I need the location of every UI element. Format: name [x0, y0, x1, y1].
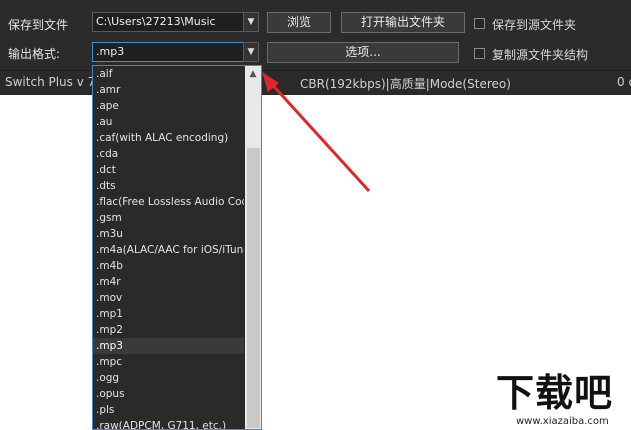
settings-panel: 保存到文件 C:\Users\27213\Music ▼ 浏览 打开输出文件夹 … [0, 0, 631, 70]
chevron-down-icon: ▼ [247, 47, 255, 57]
format-option[interactable]: .gsm [93, 210, 244, 226]
output-format-select[interactable]: .mp3 [92, 42, 244, 62]
arrow-line [266, 78, 371, 193]
format-option[interactable]: .caf(with ALAC encoding) [93, 130, 244, 146]
output-format-dropdown-button[interactable]: ▼ [243, 42, 259, 62]
format-option[interactable]: .opus [93, 386, 244, 402]
format-option[interactable]: .pls [93, 402, 244, 418]
file-count: 0 c [617, 75, 631, 89]
watermark-brand: 下载吧 [496, 371, 614, 415]
watermark-logo: 下载吧 www.xiazaiba.com [496, 372, 628, 428]
chevron-up-icon[interactable]: ▲ [245, 66, 261, 82]
format-option[interactable]: .amr [93, 82, 244, 98]
format-option[interactable]: .m4r [93, 274, 244, 290]
save-to-label: 保存到文件 [8, 18, 69, 32]
watermark-url: www.xiazaiba.com [516, 416, 609, 427]
open-output-folder-button[interactable]: 打开输出文件夹 [341, 12, 465, 33]
output-format-label: 输出格式: [8, 47, 61, 61]
save-to-source-checkbox[interactable] [474, 18, 485, 29]
format-option[interactable]: .au [93, 114, 244, 130]
scrollbar-thumb[interactable] [247, 148, 260, 428]
save-path-field[interactable]: C:\Users\27213\Music [92, 12, 244, 32]
chevron-down-icon: ▼ [247, 17, 255, 27]
format-option[interactable]: .ogg [93, 370, 244, 386]
save-path-dropdown-button[interactable]: ▼ [243, 12, 259, 32]
format-option[interactable]: .m4b [93, 258, 244, 274]
format-option[interactable]: .mp3 [93, 338, 244, 354]
format-option[interactable]: .m4a(ALAC/AAC for iOS/iTunes [93, 242, 244, 258]
dropdown-scrollbar[interactable]: ▲ [245, 66, 261, 429]
format-options: .aif .amr .ape .au .caf(with ALAC encoding).… [93, 66, 244, 429]
format-option[interactable]: .m3u [93, 226, 244, 242]
format-option[interactable]: .ape [93, 98, 244, 114]
options-button[interactable]: 选项... [267, 42, 459, 63]
app-version: Switch Plus v 7. [5, 75, 100, 89]
format-option[interactable]: .mpc [93, 354, 244, 370]
format-option[interactable]: .mp2 [93, 322, 244, 338]
format-option[interactable]: .dts [93, 178, 244, 194]
format-option[interactable]: .cda [93, 146, 244, 162]
browse-button[interactable]: 浏览 [267, 12, 331, 33]
format-option[interactable]: .mov [93, 290, 244, 306]
format-option[interactable]: .raw(ADPCM, G711, etc.) [93, 418, 244, 429]
encoding-status: CBR(192kbps)|高质量|Mode(Stereo) [300, 77, 511, 91]
copy-structure-label: 复制源文件夹结构 [492, 48, 589, 62]
format-option[interactable]: .flac(Free Lossless Audio Code [93, 194, 244, 210]
format-option[interactable]: .dct [93, 162, 244, 178]
format-option[interactable]: .mp1 [93, 306, 244, 322]
format-dropdown-list[interactable]: .aif .amr .ape .au .caf(with ALAC encoding).… [92, 65, 262, 430]
copy-structure-checkbox[interactable] [474, 48, 485, 59]
save-to-source-label: 保存到源文件夹 [492, 18, 577, 32]
format-option[interactable]: .aif [93, 66, 244, 82]
